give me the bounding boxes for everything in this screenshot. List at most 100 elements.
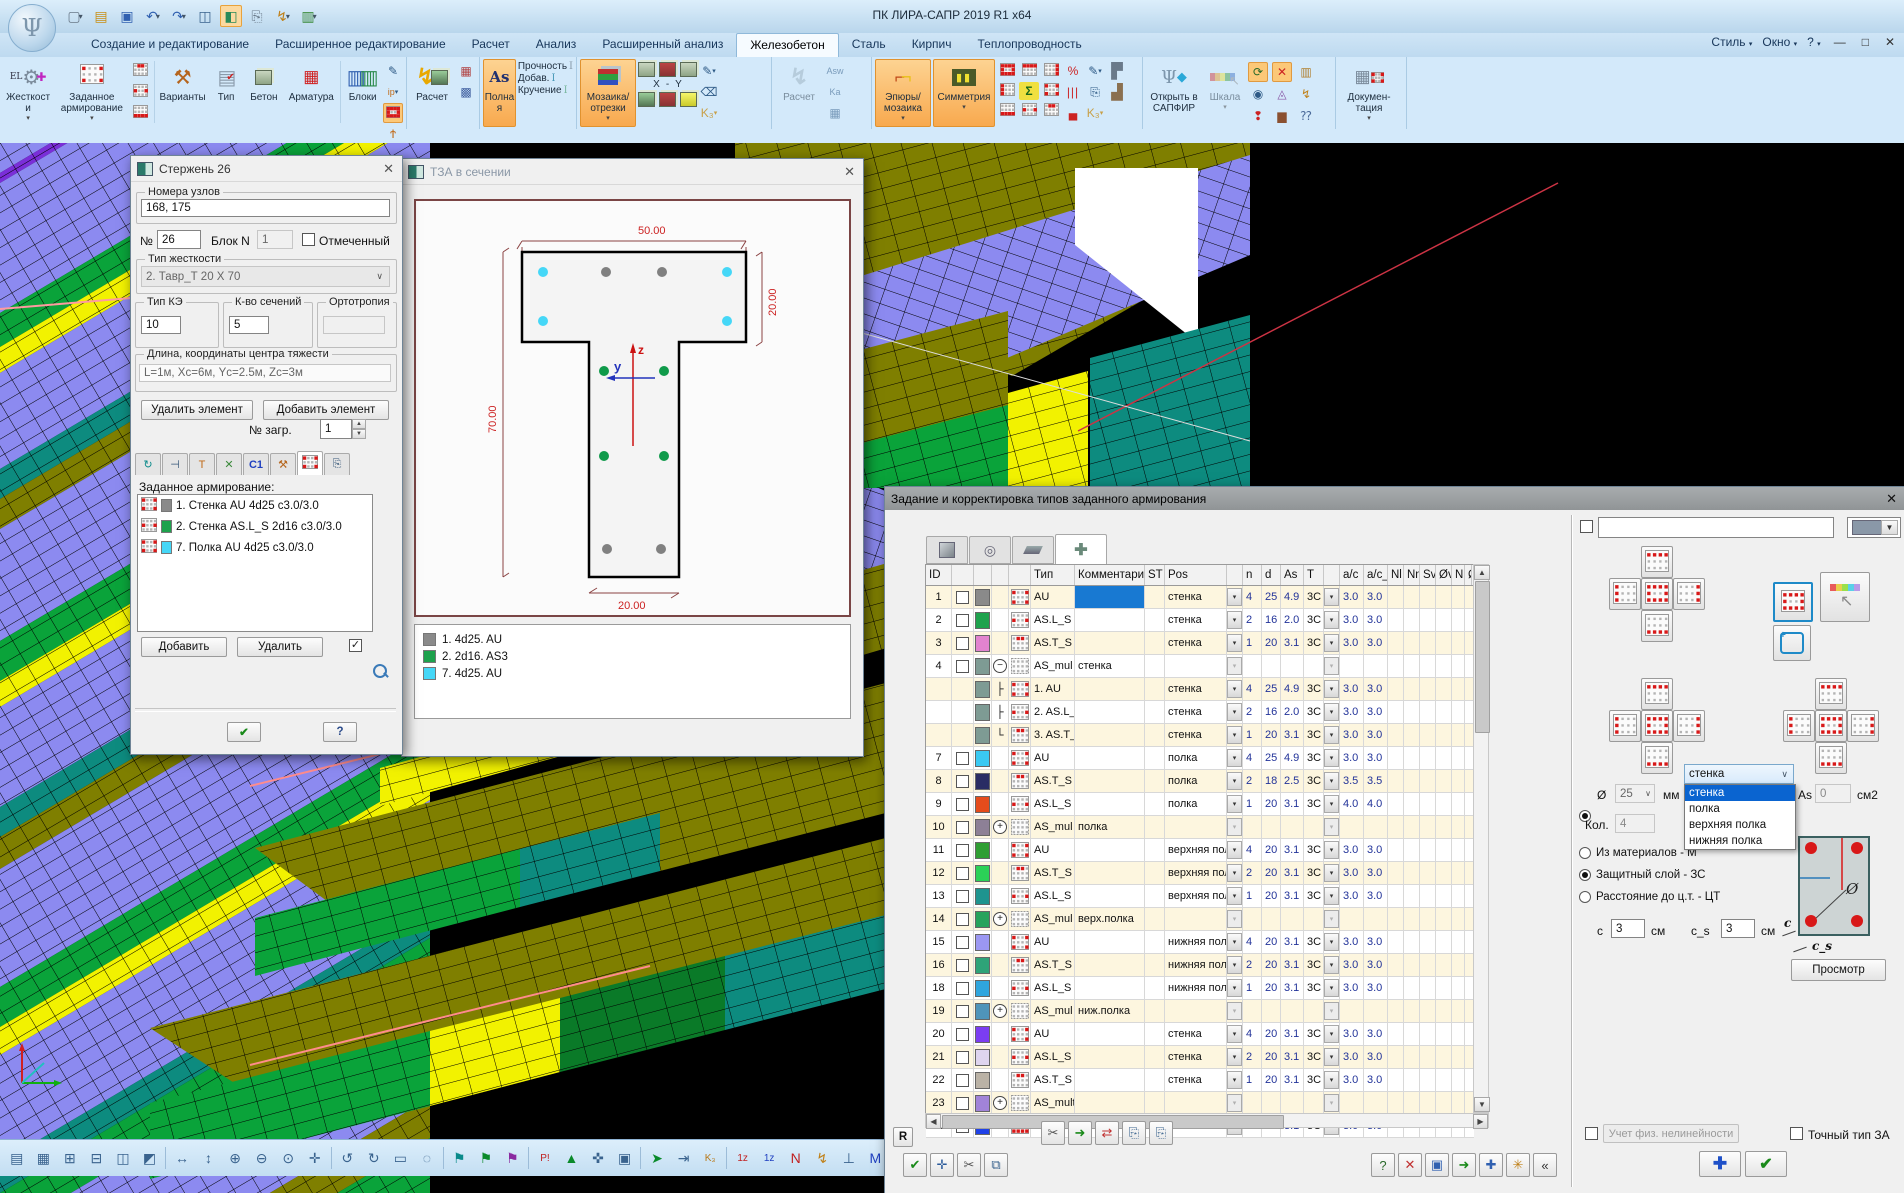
expand-icon[interactable]: + (993, 820, 1007, 834)
full-rebar-button[interactable]: As Полная (483, 59, 516, 127)
diagrams-mosaic-button[interactable]: ⌐¬ Эпюры/мозаика▾ (875, 59, 931, 127)
flange-pattern-top-button[interactable] (1815, 678, 1847, 710)
collapse-button[interactable]: « (1533, 1153, 1557, 1177)
view-toolbar-icon[interactable]: ⊙ (275, 1145, 301, 1172)
calc-grid-icon[interactable]: ▦ (456, 61, 476, 81)
view-toolbar-icon[interactable]: ↕ (196, 1145, 222, 1172)
tab-variants-icon[interactable]: ⚒ (270, 453, 296, 475)
table-header-cell[interactable]: d (1262, 565, 1281, 585)
table-row[interactable]: 15AUнижняя полка▾4203.13С▾3.03.0 (926, 931, 1474, 954)
row-checkbox[interactable] (956, 1051, 969, 1064)
pattern-right-button[interactable] (1673, 578, 1705, 610)
table-header-cell[interactable]: As (1281, 565, 1304, 585)
web-pattern-perimeter-button[interactable] (1641, 710, 1673, 742)
pos-dropdown-icon[interactable]: ▾ (1227, 634, 1242, 652)
table-row[interactable]: 10+AS_mulполка▾▾ (926, 816, 1474, 839)
table-row[interactable]: 20AUстенка▾4203.13С▾3.03.0 (926, 1023, 1474, 1046)
view-toolbar-icon[interactable]: ⚑ (447, 1145, 473, 1172)
open-in-sapfir-button[interactable]: Ψ◆ Открыть в САПФИР (1146, 59, 1202, 127)
phys-nonlinearity-checkbox[interactable] (1585, 1127, 1598, 1140)
rod-dialog-close-icon[interactable]: ✕ (383, 161, 394, 177)
cell-pos[interactable] (1165, 908, 1227, 930)
pos-dropdown-icon[interactable]: ▾ (1227, 1048, 1242, 1066)
pos-dropdown-icon[interactable]: ▾ (1227, 772, 1242, 790)
table-header-cell[interactable]: Nl (1388, 565, 1404, 585)
tab-analysis[interactable]: Анализ (523, 33, 590, 57)
color-swatch[interactable] (975, 1049, 990, 1066)
rebar-plate-icon[interactable] (131, 61, 151, 81)
row-checkbox[interactable] (956, 867, 969, 880)
table-row[interactable]: 13AS.L_Sверхняя полка▾1203.13С▾3.03.0 (926, 885, 1474, 908)
t-dropdown-icon[interactable]: ▾ (1324, 772, 1339, 790)
expand-icon[interactable]: + (993, 1004, 1007, 1018)
axis-x-button[interactable]: X (653, 79, 660, 90)
pattern-bottom-icon[interactable] (997, 102, 1017, 120)
pos-dropdown-icon[interactable]: ▾ (1227, 1025, 1242, 1043)
sigma-icon[interactable]: Σ (1019, 82, 1039, 100)
table-row[interactable]: 22AS.T_Sстенка▾1203.13С▾3.03.0 (926, 1069, 1474, 1092)
halfrect-icon[interactable]: ▄ (1063, 103, 1083, 123)
tab-reinforcement-icon[interactable] (297, 451, 323, 475)
view-toolbar-icon[interactable]: ✜ (585, 1145, 611, 1172)
add-element-button[interactable]: Добавить элемент (263, 400, 389, 420)
table-header-cell[interactable]: Тип (1031, 565, 1075, 585)
color-swatch[interactable] (975, 635, 990, 652)
cell-comment[interactable] (1075, 1092, 1145, 1114)
table-header-cell[interactable]: Ø (1465, 565, 1472, 585)
table-header-cell[interactable] (1227, 565, 1243, 585)
cell-pos[interactable]: верхняя полка (1165, 862, 1227, 884)
pos-dropdown-icon[interactable]: ▾ (1227, 1002, 1242, 1020)
copy-button[interactable]: ⧉ (984, 1153, 1008, 1177)
chart-icon[interactable]: ▆ (1272, 106, 1292, 126)
settings-button[interactable]: ✳ (1506, 1153, 1530, 1177)
cell-comment[interactable] (1075, 954, 1145, 976)
row-checkbox[interactable] (956, 591, 969, 604)
cell-pos[interactable]: полка (1165, 747, 1227, 769)
close-button[interactable]: ✕ (1882, 35, 1898, 49)
position-option[interactable]: верхняя полка (1685, 817, 1795, 833)
row-checkbox[interactable] (956, 798, 969, 811)
asw-icon[interactable]: Asw (825, 61, 845, 81)
view-toolbar-icon[interactable]: 1z (730, 1145, 756, 1172)
pattern-topmid-icon[interactable] (1041, 102, 1061, 120)
name-input[interactable] (1598, 517, 1834, 538)
web-pattern-bottom-button[interactable] (1641, 742, 1673, 774)
row-checkbox[interactable] (956, 1005, 969, 1018)
tab-reinforced-concrete[interactable]: Железобетон (736, 33, 838, 58)
export-button[interactable]: ➜ (1452, 1153, 1476, 1177)
strength-button[interactable]: ПрочностьI (518, 61, 573, 72)
rod-dialog-titlebar[interactable]: Стержень 26 ✕ (131, 156, 402, 182)
tab-eraser-icon[interactable] (1012, 536, 1054, 564)
t-dropdown-icon[interactable]: ▾ (1324, 1071, 1339, 1089)
sections-input[interactable]: 5 (229, 316, 269, 334)
view-toolbar-icon[interactable]: ▤ (4, 1145, 30, 1172)
flange-pattern-bottom-button[interactable] (1815, 742, 1847, 774)
table-header-cell[interactable]: Комментарий (1075, 565, 1145, 585)
table-row[interactable]: 3AS.T_Sстенка▾1203.13С▾3.03.0 (926, 632, 1474, 655)
confirm-button[interactable]: ✔ (903, 1153, 927, 1177)
tab-brick[interactable]: Кирпич (899, 33, 965, 57)
t-dropdown-icon[interactable]: ▾ (1324, 749, 1339, 767)
table-row[interactable]: 1AUстенка▾4254.93С▾3.03.0 (926, 586, 1474, 609)
t-dropdown-icon[interactable]: ▾ (1324, 956, 1339, 974)
t-dropdown-icon[interactable]: ▾ (1324, 887, 1339, 905)
apply-button[interactable]: ✔ (227, 722, 261, 742)
t-dropdown-icon[interactable]: ▾ (1324, 979, 1339, 997)
pattern-sides-icon[interactable] (1019, 102, 1039, 120)
table-header-cell[interactable]: T (1304, 565, 1324, 585)
t-dropdown-icon[interactable]: ▾ (1324, 1048, 1339, 1066)
t-dropdown-icon[interactable]: ▾ (1324, 726, 1339, 744)
table-header-cell[interactable] (952, 565, 974, 585)
view-toolbar-icon[interactable]: ◩ (137, 1145, 163, 1172)
t-dropdown-icon[interactable]: ▾ (1324, 841, 1339, 859)
pos-dropdown-icon[interactable]: ▾ (1227, 818, 1242, 836)
cell-comment[interactable] (1075, 793, 1145, 815)
block-input[interactable]: 1 (257, 230, 293, 249)
pos-dropdown-icon[interactable]: ▾ (1227, 910, 1242, 928)
web-pattern-left-button[interactable] (1609, 710, 1641, 742)
expand-icon[interactable]: + (993, 1096, 1007, 1110)
view-toolbar-icon[interactable]: ▦ (31, 1145, 57, 1172)
cell-pos[interactable] (1165, 816, 1227, 838)
calc-grid2-icon[interactable]: ▩ (456, 82, 476, 102)
color-swatch[interactable] (975, 1026, 990, 1043)
